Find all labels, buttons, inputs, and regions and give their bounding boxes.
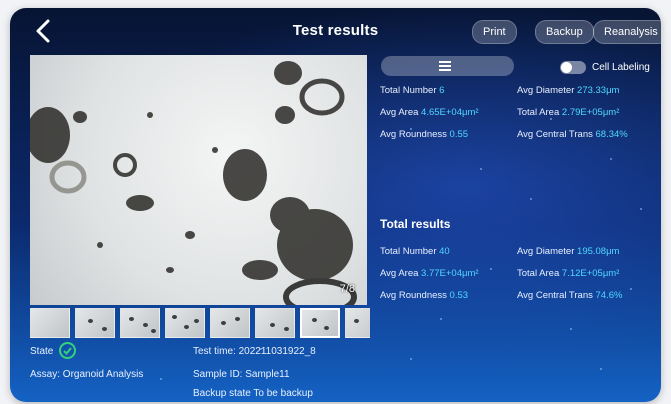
thumbnail-7-selected[interactable] <box>300 308 340 338</box>
backup-button[interactable]: Backup <box>535 20 594 44</box>
check-circle-icon <box>59 342 76 359</box>
current-total-area: Total Area 2.79E+05μm² <box>517 107 620 118</box>
backup-state-text: Backup state To be backup <box>193 388 313 399</box>
sample-id-text: Sample ID: Sample11 <box>193 369 290 380</box>
view-mode-switch[interactable] <box>381 56 514 76</box>
current-avg-central-trans: Avg Central Trans 68.34% <box>517 129 628 140</box>
list-icon <box>439 61 451 71</box>
toggle-knob <box>561 62 572 73</box>
state-label: State <box>30 346 54 357</box>
cell-labeling-toggle[interactable] <box>560 61 586 74</box>
total-total-number: Total Number 40 <box>380 246 450 257</box>
total-total-area: Total Area 7.12E+05μm² <box>517 268 620 279</box>
image-counter: 7/8 <box>339 283 355 295</box>
total-avg-area: Avg Area 3.77E+04μm² <box>380 268 479 279</box>
reanalysis-button[interactable]: Reanalysis <box>593 20 661 44</box>
total-avg-diameter: Avg Diameter 195.08μm <box>517 246 620 257</box>
thumbnail-3[interactable] <box>120 308 160 338</box>
total-avg-roundness: Avg Roundness 0.53 <box>380 290 469 301</box>
thumbnail-2[interactable] <box>75 308 115 338</box>
thumbnail-strip <box>30 308 370 338</box>
thumbnail-8[interactable] <box>345 308 370 338</box>
thumbnail-5[interactable] <box>210 308 250 338</box>
thumbnail-6[interactable] <box>255 308 295 338</box>
assay-text: Assay: Organoid Analysis <box>30 369 144 380</box>
organoid-image-render <box>30 61 357 305</box>
app-frame: Test results Print Backup Reanalysis 7/8… <box>10 8 661 402</box>
cell-labeling-label: Cell Labeling <box>592 62 650 73</box>
microscope-image[interactable]: 7/8 <box>30 55 367 305</box>
total-avg-central-trans: Avg Central Trans 74.6% <box>517 290 623 301</box>
current-total-number: Total Number 6 <box>380 85 445 96</box>
thumbnail-1[interactable] <box>30 308 70 338</box>
current-avg-roundness: Avg Roundness 0.55 <box>380 129 469 140</box>
total-results-title: Total results <box>380 217 451 231</box>
current-avg-diameter: Avg Diameter 273.33μm <box>517 85 620 96</box>
print-button[interactable]: Print <box>472 20 517 44</box>
current-avg-area: Avg Area 4.65E+04μm² <box>380 107 479 118</box>
thumbnail-4[interactable] <box>165 308 205 338</box>
test-time-text: Test time: 202211031922_8 <box>193 346 316 357</box>
